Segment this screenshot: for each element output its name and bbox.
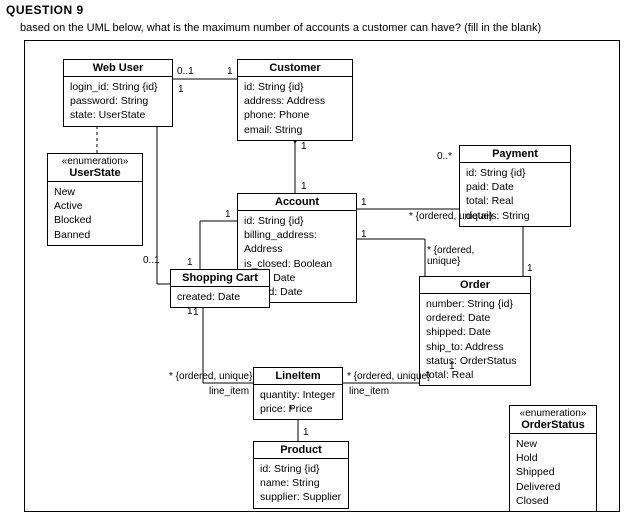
attr: address: Address [244, 94, 346, 108]
class-orderstatus: «enumeration» OrderStatus New Hold Shipp… [509, 405, 597, 512]
stereotype: «enumeration» [514, 408, 592, 419]
attr: billing_address: Address [244, 228, 350, 256]
enum-val: Blocked [54, 213, 136, 227]
class-body: number: String {id} ordered: Date shippe… [420, 294, 530, 385]
mult: 1 [227, 66, 233, 77]
attr: number: String {id} [426, 297, 524, 311]
attr: email: String [244, 123, 346, 137]
class-body: quantity: Integer price: Price [254, 385, 342, 419]
class-order: Order number: String {id} ordered: Date … [419, 276, 531, 386]
title-text: OrderStatus [521, 419, 585, 431]
enum-val: New [54, 185, 136, 199]
attr: id: String {id} [244, 80, 346, 94]
class-body: created: Date [171, 287, 269, 307]
attr: shipped: Date [426, 325, 524, 339]
attr: state: UserState [70, 108, 166, 122]
enum-val: New [516, 437, 590, 451]
class-title: Account [238, 194, 356, 211]
class-title: Shopping Cart [171, 270, 269, 287]
mult: 1 [178, 84, 184, 95]
mult: 1 [527, 263, 533, 274]
class-product: Product id: String {id} name: String sup… [253, 441, 349, 509]
mult: * {ordered, unique} [409, 211, 492, 222]
title-text: UserState [69, 167, 120, 179]
attr: login_id: String {id} [70, 80, 166, 94]
attr: ordered: Date [426, 311, 524, 325]
enum-val: Closed [516, 494, 590, 508]
class-body: id: String {id} address: Address phone: … [238, 77, 352, 140]
enum-val: Banned [54, 228, 136, 242]
mult: 1 [361, 197, 367, 208]
enum-val: Shipped [516, 465, 590, 479]
class-body: New Hold Shipped Delivered Closed [510, 434, 596, 511]
role: line_item [349, 386, 389, 397]
question-prompt: based on the UML below, what is the maxi… [20, 22, 541, 34]
class-title: «enumeration» OrderStatus [510, 406, 596, 434]
mult: 1 [187, 306, 193, 317]
class-title: «enumeration» UserState [48, 154, 142, 182]
enum-val: Active [54, 199, 136, 213]
attr: status: OrderStatus [426, 354, 524, 368]
mult: 1 [303, 427, 309, 438]
attr: id: String {id} [466, 166, 564, 180]
class-body: New Active Blocked Banned [48, 182, 142, 245]
attr: paid: Date [466, 180, 564, 194]
attr: phone: Phone [244, 108, 346, 122]
mult: 0..1 [177, 66, 194, 77]
attr: supplier: Supplier [260, 490, 342, 504]
attr: total: Real [426, 368, 524, 382]
uml-frame: Web User login_id: String {id} password:… [24, 40, 620, 512]
mult: * {ordered, unique} [427, 245, 474, 267]
attr: ship_to: Address [426, 340, 524, 354]
class-shoppingcart: Shopping Cart created: Date [170, 269, 270, 308]
attr: total: Real [466, 194, 564, 208]
class-title: Customer [238, 60, 352, 77]
class-body: id: String {id} name: String supplier: S… [254, 459, 348, 508]
enum-val: Delivered [516, 480, 590, 494]
stereotype: «enumeration» [52, 156, 138, 167]
enum-val: Hold [516, 451, 590, 465]
mult: 1 [449, 361, 455, 372]
class-title: Order [420, 277, 530, 294]
class-lineitem: LineItem quantity: Integer price: Price [253, 367, 343, 420]
class-body: login_id: String {id} password: String s… [64, 77, 172, 126]
attr: quantity: Integer [260, 388, 336, 402]
mult: * {ordered, unique} [347, 371, 430, 382]
class-userstate: «enumeration» UserState New Active Block… [47, 153, 143, 246]
class-title: Payment [460, 146, 570, 163]
mult: 1 [193, 307, 199, 318]
mult: 1 [301, 141, 307, 152]
mult: 1 [225, 209, 231, 220]
class-webuser: Web User login_id: String {id} password:… [63, 59, 173, 127]
mult: 1 [187, 257, 193, 268]
mult: 0..* [437, 151, 452, 162]
class-customer: Customer id: String {id} address: Addres… [237, 59, 353, 141]
class-title: Web User [64, 60, 172, 77]
attr: id: String {id} [260, 462, 342, 476]
class-title: Product [254, 442, 348, 459]
page: QUESTION 9 based on the UML below, what … [0, 0, 635, 527]
attr: name: String [260, 476, 342, 490]
attr: id: String {id} [244, 214, 350, 228]
role: line_item [209, 386, 249, 397]
mult: 1 [301, 181, 307, 192]
class-title: LineItem [254, 368, 342, 385]
attr: password: String [70, 94, 166, 108]
attr: created: Date [177, 290, 263, 304]
mult: * {ordered, unique} [169, 371, 252, 382]
question-number: QUESTION 9 [6, 3, 84, 17]
mult: 1 [361, 229, 367, 240]
mult: * [289, 405, 293, 416]
mult: 0..1 [143, 255, 160, 266]
attr: price: Price [260, 402, 336, 416]
